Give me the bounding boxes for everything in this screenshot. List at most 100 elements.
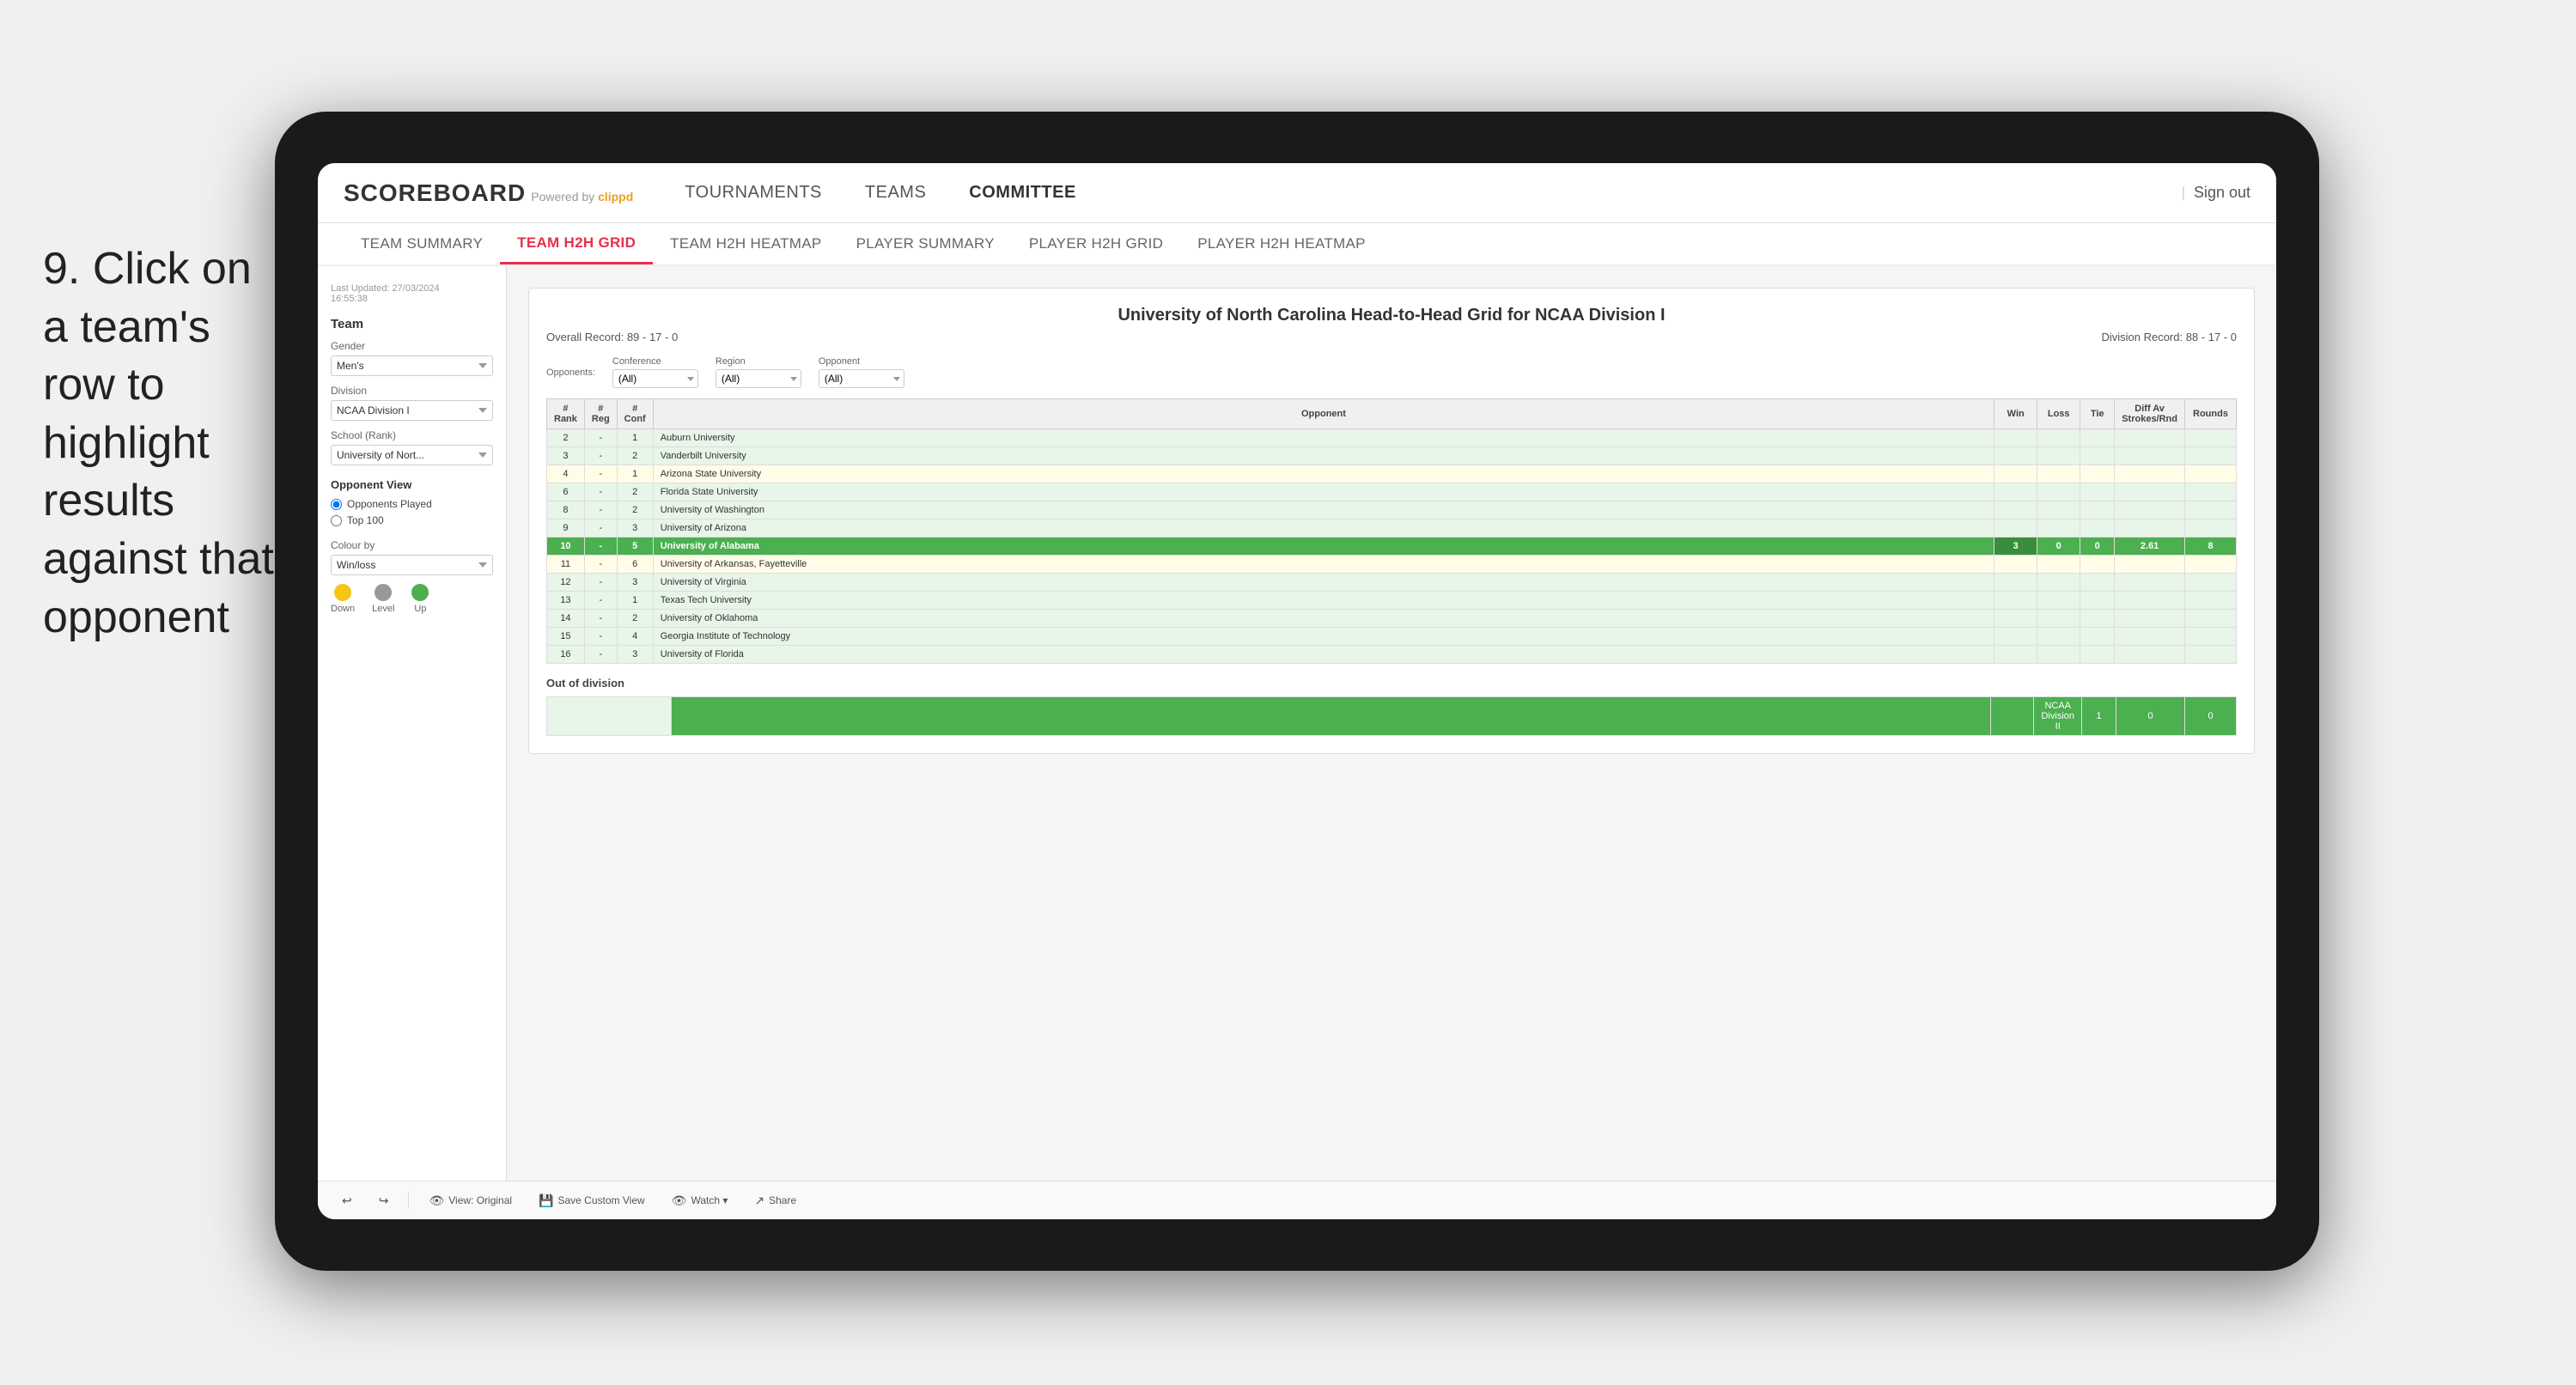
school-select[interactable]: University of Nort... bbox=[331, 445, 493, 465]
table-cell: - bbox=[584, 610, 617, 628]
table-cell bbox=[2185, 429, 2237, 447]
table-cell bbox=[2185, 592, 2237, 610]
logo-area: SCOREBOARD Powered by clippd bbox=[344, 179, 633, 207]
opponent-view-title: Opponent View bbox=[331, 478, 493, 491]
table-cell: University of Alabama bbox=[653, 538, 1994, 556]
tab-player-h2h-grid[interactable]: PLAYER H2H GRID bbox=[1012, 223, 1180, 264]
table-cell bbox=[2115, 556, 2185, 574]
table-cell bbox=[2080, 429, 2115, 447]
table-cell bbox=[2185, 483, 2237, 501]
nav-items: TOURNAMENTS TEAMS COMMITTEE bbox=[685, 179, 2181, 207]
table-cell: 6 bbox=[547, 483, 585, 501]
radio-top100[interactable]: Top 100 bbox=[331, 514, 493, 526]
nav-committee[interactable]: COMMITTEE bbox=[969, 179, 1076, 207]
nav-divider: | bbox=[2182, 185, 2185, 201]
table-cell bbox=[2185, 574, 2237, 592]
out-of-division-row[interactable]: NCAA Division II 1 0 0 bbox=[547, 697, 2237, 736]
division-record: Division Record: 88 - 17 - 0 bbox=[2101, 331, 2237, 343]
table-cell bbox=[2037, 628, 2080, 646]
table-row[interactable]: 14-2University of Oklahoma bbox=[547, 610, 2237, 628]
instruction-body: Click on a team's row to highlight resul… bbox=[43, 244, 274, 642]
out-of-division-table: NCAA Division II 1 0 0 bbox=[546, 696, 2237, 736]
filter-opponent-select[interactable]: (All) bbox=[819, 369, 904, 388]
toolbar-save-custom[interactable]: 💾 Save Custom View bbox=[532, 1190, 652, 1212]
table-row[interactable]: 13-1Texas Tech University bbox=[547, 592, 2237, 610]
filter-conference-group: Conference (All) bbox=[612, 356, 698, 388]
tab-team-h2h-heatmap[interactable]: TEAM H2H HEATMAP bbox=[653, 223, 838, 264]
grid-title: University of North Carolina Head-to-Hea… bbox=[546, 306, 2237, 325]
table-row[interactable]: 4-1Arizona State University bbox=[547, 465, 2237, 483]
division-select[interactable]: NCAA Division I bbox=[331, 400, 493, 421]
filter-region-select[interactable]: (All) bbox=[716, 369, 801, 388]
table-row[interactable]: 15-4Georgia Institute of Technology bbox=[547, 628, 2237, 646]
table-cell: 3 bbox=[617, 519, 653, 538]
table-row[interactable]: 2-1Auburn University bbox=[547, 429, 2237, 447]
table-cell: 3 bbox=[617, 646, 653, 664]
table-cell: - bbox=[584, 501, 617, 519]
table-cell bbox=[1994, 447, 2037, 465]
filter-opponent-group: Opponent (All) bbox=[819, 356, 904, 388]
colour-label: Colour by bbox=[331, 539, 493, 551]
table-cell: 2 bbox=[617, 447, 653, 465]
ood-loss: NCAA Division II bbox=[2034, 697, 2082, 736]
table-row[interactable]: 9-3University of Arizona bbox=[547, 519, 2237, 538]
gender-select[interactable]: Men's bbox=[331, 355, 493, 376]
save-icon: 💾 bbox=[539, 1194, 553, 1208]
col-header-reg: # Reg bbox=[584, 399, 617, 429]
toolbar-redo[interactable]: ↪ bbox=[372, 1190, 396, 1212]
table-cell: - bbox=[584, 592, 617, 610]
table-cell bbox=[2037, 646, 2080, 664]
table-cell bbox=[2185, 610, 2237, 628]
grid-records: Overall Record: 89 - 17 - 0 Division Rec… bbox=[546, 331, 2237, 343]
table-cell bbox=[2115, 574, 2185, 592]
table-cell bbox=[2037, 465, 2080, 483]
table-cell bbox=[1994, 628, 2037, 646]
tab-team-h2h-grid[interactable]: TEAM H2H GRID bbox=[500, 223, 653, 264]
table-cell: 1 bbox=[617, 429, 653, 447]
table-cell bbox=[2037, 429, 2080, 447]
table-row[interactable]: 6-2Florida State University bbox=[547, 483, 2237, 501]
table-cell: 2.61 bbox=[2115, 538, 2185, 556]
table-cell bbox=[1994, 519, 2037, 538]
sign-out-button[interactable]: Sign out bbox=[2194, 184, 2250, 202]
division-label: Division bbox=[331, 385, 493, 397]
table-cell: Arizona State University bbox=[653, 465, 1994, 483]
ood-name bbox=[672, 697, 1991, 736]
toolbar-undo[interactable]: ↩ bbox=[335, 1190, 359, 1212]
tab-player-summary[interactable]: PLAYER SUMMARY bbox=[839, 223, 1012, 264]
table-cell bbox=[1994, 610, 2037, 628]
table-cell bbox=[2115, 628, 2185, 646]
grid-container: University of North Carolina Head-to-Hea… bbox=[528, 288, 2255, 754]
table-cell: Vanderbilt University bbox=[653, 447, 1994, 465]
nav-tournaments[interactable]: TOURNAMENTS bbox=[685, 179, 822, 207]
table-cell: 15 bbox=[547, 628, 585, 646]
table-cell bbox=[2115, 646, 2185, 664]
table-row[interactable]: 16-3University of Florida bbox=[547, 646, 2237, 664]
tab-player-h2h-heatmap[interactable]: PLAYER H2H HEATMAP bbox=[1180, 223, 1383, 264]
right-content: University of North Carolina Head-to-Hea… bbox=[507, 266, 2276, 1181]
nav-teams[interactable]: TEAMS bbox=[865, 179, 926, 207]
table-row[interactable]: 11-6University of Arkansas, Fayetteville bbox=[547, 556, 2237, 574]
school-label: School (Rank) bbox=[331, 429, 493, 441]
toolbar-share[interactable]: ↗ Share bbox=[747, 1190, 803, 1212]
table-cell bbox=[2080, 519, 2115, 538]
logo-scoreboard: SCOREBOARD bbox=[344, 179, 526, 207]
radio-opponents-played[interactable]: Opponents Played bbox=[331, 498, 493, 510]
table-row[interactable]: 3-2Vanderbilt University bbox=[547, 447, 2237, 465]
share-icon: ↗ bbox=[754, 1194, 764, 1208]
filter-conference-select[interactable]: (All) bbox=[612, 369, 698, 388]
table-cell bbox=[2185, 447, 2237, 465]
toolbar-watch[interactable]: 👁 Watch ▾ bbox=[665, 1190, 735, 1212]
col-header-conf: # Conf bbox=[617, 399, 653, 429]
table-cell: - bbox=[584, 574, 617, 592]
table-cell: 9 bbox=[547, 519, 585, 538]
table-row[interactable]: 8-2University of Washington bbox=[547, 501, 2237, 519]
table-row[interactable]: 12-3University of Virginia bbox=[547, 574, 2237, 592]
colour-select[interactable]: Win/loss bbox=[331, 555, 493, 575]
table-cell: University of Oklahoma bbox=[653, 610, 1994, 628]
toolbar-view-original[interactable]: 👁 View: Original bbox=[422, 1190, 519, 1212]
table-cell: 3 bbox=[1994, 538, 2037, 556]
tab-team-summary[interactable]: TEAM SUMMARY bbox=[344, 223, 500, 264]
table-cell: - bbox=[584, 465, 617, 483]
table-row[interactable]: 10-5University of Alabama3002.618 bbox=[547, 538, 2237, 556]
